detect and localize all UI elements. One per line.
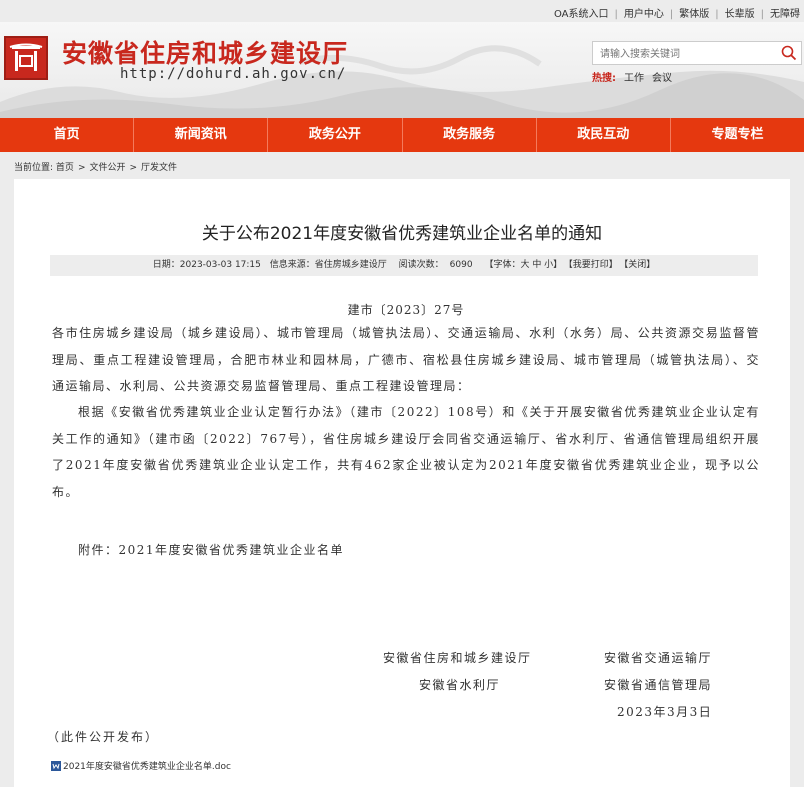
document-number: 建市〔2023〕27号 [347,303,465,317]
elderly-version-link[interactable]: 长辈版 [725,9,755,20]
user-center-link[interactable]: 用户中心 [624,9,664,20]
breadcrumb-label: 当前位置: [14,163,54,173]
font-size-control[interactable]: 【字体：大 中 小】 [484,260,562,270]
traditional-chinese-link[interactable]: 繁体版 [679,9,709,20]
hot-term-meeting[interactable]: 会议 [652,73,672,84]
breadcrumb-item-files[interactable]: 文件公开 [89,163,125,173]
nav-item-interaction[interactable]: 政民互动 [537,118,671,152]
breadcrumb-item-dept-files[interactable]: 厅发文件 [141,163,177,173]
accessibility-link[interactable]: 无障碍 [770,9,800,20]
attachment-file-link[interactable]: 2021年度安徽省优秀建筑业企业名单.doc [51,759,231,772]
close-link[interactable]: 【关闭】 [624,260,656,270]
read-count: 6090 [449,260,473,270]
site-url: http://dohurd.ah.gov.cn/ [120,66,347,82]
article-reads: 阅读次数： 6090 [396,260,476,270]
site-header: 安徽省住房和城乡建设厅 http://dohurd.ah.gov.cn/ 热搜:… [0,22,804,118]
signer-water-dept: 安徽省水利厅 [419,678,501,692]
article-meta-bar: 日期：2023-03-03 17:15 信息来源：省住房城乡建设厅 阅读次数： 6… [50,255,758,276]
public-release-note: （此件公开发布） [47,730,160,744]
print-link[interactable]: 【我要打印】 [568,260,618,270]
word-doc-icon [51,760,61,771]
sign-date: 2023年3月3日 [617,705,713,719]
emblem-icon [9,43,43,71]
emblem-logo[interactable] [4,36,48,80]
article-panel: 关于公布2021年度安徽省优秀建筑业企业名单的通知 日期：2023-03-03 … [14,179,790,787]
breadcrumb: 当前位置: 首页 > 文件公开 > 厅发文件 [14,160,177,173]
oa-login-link[interactable]: OA系统入口 [554,9,609,20]
recipients-paragraph: 各市住房城乡建设局（城乡建设局）、城市管理局（城管执法局）、交通运输局、水利（水… [52,326,760,393]
signer-comms-admin: 安徽省通信管理局 [604,678,713,692]
hot-term-work[interactable]: 工作 [624,73,644,84]
attachment-file-name[interactable]: 2021年度安徽省优秀建筑业企业名单.doc [63,759,231,772]
nav-item-topics[interactable]: 专题专栏 [671,118,804,152]
top-bar: OA系统入口 | 用户中心 | 繁体版 | 长辈版 | 无障碍 [0,0,804,22]
read-count-label: 阅读次数： [398,260,444,270]
hot-search: 热搜: 工作 会议 [592,69,680,84]
main-paragraph: 根据《安徽省优秀建筑业企业认定暂行办法》（建市〔2022〕108号）和《关于开展… [52,405,760,499]
nav-item-services[interactable]: 政务服务 [403,118,537,152]
nav-item-gov-affairs[interactable]: 政务公开 [268,118,403,152]
nav-item-news[interactable]: 新闻资讯 [134,118,269,152]
search-box [592,41,802,66]
search-input[interactable] [598,43,777,66]
signer-transport-dept: 安徽省交通运输厅 [604,651,713,665]
main-nav: 首页 新闻资讯 政务公开 政务服务 政民互动 专题专栏 [0,118,804,152]
breadcrumb-sep: > [129,163,138,173]
search-icon[interactable] [781,45,797,61]
breadcrumb-item-home[interactable]: 首页 [56,163,74,173]
article-source: 信息来源：省住房城乡建设厅 [269,260,387,270]
breadcrumb-sep: > [77,163,86,173]
top-links: OA系统入口 | 用户中心 | 繁体版 | 长辈版 | 无障碍 [553,9,800,20]
signer-housing-dept: 安徽省住房和城乡建设厅 [383,651,532,665]
attachment-line: 附件：2021年度安徽省优秀建筑业企业名单 [78,543,345,557]
site-title[interactable]: 安徽省住房和城乡建设厅 [62,34,348,70]
nav-item-home[interactable]: 首页 [0,118,135,152]
hot-search-label: 热搜: [592,73,616,84]
article-title: 关于公布2021年度安徽省优秀建筑业企业名单的通知 [201,224,603,244]
article-date: 日期：2023-03-03 17:15 [152,260,261,270]
